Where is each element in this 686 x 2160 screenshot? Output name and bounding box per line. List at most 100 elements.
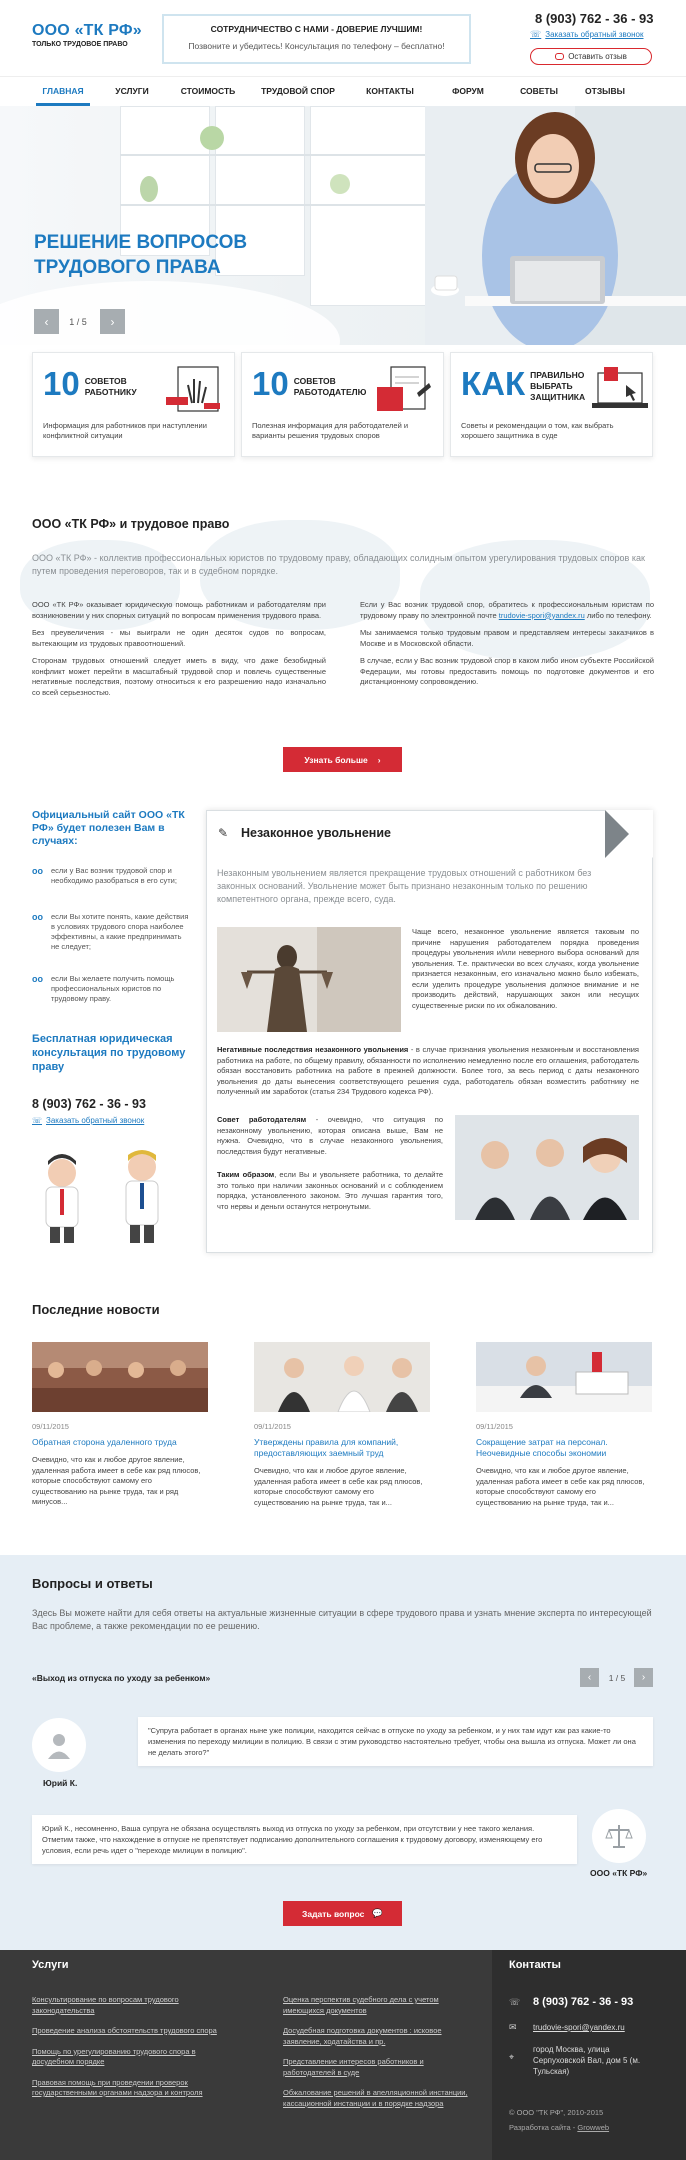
sidebar-callback-link[interactable]: ☏ Заказать обратный звонок	[32, 1116, 144, 1125]
stop-hand-icon	[166, 366, 220, 412]
two-men-illustration	[45, 1150, 159, 1243]
location-pin-icon: ⌖	[509, 2052, 515, 2062]
feature-card-employee[interactable]: 10 СОВЕТОВ РАБОТНИКУ Информация для работ…	[32, 352, 235, 457]
sidebar-item: oo если Вы хотите понять, какие действия…	[32, 912, 190, 952]
phone-handset-icon: ☏	[32, 1116, 43, 1125]
pin-icon: ✎	[218, 826, 229, 840]
news-image	[32, 1342, 208, 1412]
developer-link[interactable]: Growweb	[577, 2123, 609, 2132]
nav-services[interactable]: УСЛУГИ	[96, 77, 168, 105]
article-lead: Незаконным увольнением является прекраще…	[217, 868, 592, 904]
about-paragraph: Мы занимаемся только трудовым правом и п…	[360, 628, 654, 648]
mail-icon: ✉	[509, 2022, 517, 2032]
footer-service-link[interactable]: Обжалование решений в апелляционной инст…	[283, 2088, 473, 2109]
about-left-column: ООО «ТК РФ» оказывает юридическую помощь…	[32, 600, 326, 698]
chevron-right-icon: ›	[377, 754, 381, 765]
article-paragraph: Негативные последствия незаконного уволь…	[217, 1045, 639, 1096]
chat-bubble-icon: 💬	[372, 1908, 383, 1918]
footer-service-link[interactable]: Оценка перспектив судебного дела с учето…	[283, 1995, 473, 2016]
phone-handset-icon: ☏	[530, 29, 542, 39]
sidebar-item-text: если у Вас возник трудовой спор и необхо…	[51, 866, 177, 885]
phone-icon: ☏	[509, 1997, 521, 2007]
glasses-icon: oo	[32, 974, 43, 984]
nav-pricing[interactable]: СТОИМОСТЬ	[168, 77, 248, 105]
nav-forum[interactable]: ФОРУМ	[432, 77, 504, 105]
footer-phone[interactable]: 8 (903) 762 - 36 - 93	[533, 1996, 633, 2008]
sidebar-item: oo если у Вас возник трудовой спор и нео…	[32, 866, 190, 886]
nav-reviews[interactable]: ОТЗЫВЫ	[574, 77, 636, 105]
footer-service-link[interactable]: Консультирование по вопросам трудового з…	[32, 1995, 222, 2016]
about-right-column: Если у Вас возник трудовой спор, обратит…	[360, 600, 654, 688]
answer-bubble: Юрий К., несомненно, Ваша супруга не обя…	[32, 1815, 577, 1864]
article-paragraph: Таким образом, если Вы и увольняете рабо…	[217, 1170, 443, 1211]
ask-question-button[interactable]: Задать вопрос 💬	[283, 1901, 402, 1926]
qa-lead: Здесь Вы можете найти для себя ответы на…	[32, 1608, 652, 1631]
feature-card-defender[interactable]: КАК ПРАВИЛЬНО ВЫБРАТЬ ЗАЩИТНИКА Советы и …	[450, 352, 653, 457]
footer-services-left: Консультирование по вопросам трудового з…	[32, 1995, 222, 2099]
slogan-box: СОТРУДНИЧЕСТВО С НАМИ - ДОВЕРИЕ ЛУЧШИМ! …	[162, 14, 471, 64]
leave-review-button[interactable]: Оставить отзыв	[530, 48, 652, 65]
news-card[interactable]: 09/11/2015 Обратная сторона удаленного т…	[32, 1342, 208, 1508]
qa-prev-button[interactable]: ‹	[580, 1668, 599, 1687]
chat-icon	[555, 53, 565, 60]
news-date: 09/11/2015	[476, 1422, 513, 1431]
news-excerpt: Очевидно, что как и любое другое явление…	[476, 1466, 645, 1507]
logo-title[interactable]: ООО «ТК РФ»	[32, 22, 142, 40]
email-link[interactable]: trudovie-spori@yandex.ru	[499, 611, 585, 620]
news-headline[interactable]: Сокращение затрат на персонал. Неочевидн…	[476, 1437, 652, 1459]
nav-tips[interactable]: СОВЕТЫ	[504, 77, 574, 105]
nav-home[interactable]: ГЛАВНАЯ	[30, 77, 96, 106]
scales-icon	[605, 1825, 633, 1848]
hero-title: РЕШЕНИЕ ВОПРОСОВ ТРУДОВОГО ПРАВА	[34, 230, 247, 280]
about-paragraph: Без преувеличения - мы выиграли не один …	[32, 628, 326, 648]
nav-contacts[interactable]: КОНТАКТЫ	[348, 77, 432, 105]
hero-prev-button[interactable]: ‹	[34, 309, 59, 334]
qa-title: Вопросы и ответы	[32, 1576, 153, 1591]
hero-title-line1: РЕШЕНИЕ ВОПРОСОВ	[34, 232, 248, 253]
callback-label: Заказать обратный звонок	[545, 30, 644, 39]
footer-email[interactable]: trudovie-spori@yandex.ru	[533, 2022, 625, 2033]
callback-link[interactable]: ☏ Заказать обратный звонок	[530, 29, 644, 40]
news-headline[interactable]: Обратная сторона удаленного труда	[32, 1437, 208, 1448]
footer-service-link[interactable]: Правовая помощь при проведении проверок …	[32, 2078, 222, 2099]
footer-copyright: © ООО "ТК РФ", 2010-2015	[509, 2108, 604, 2117]
feature-label: СОВЕТОВ РАБОТОДАТЕЛЮ	[293, 376, 367, 397]
footer-service-link[interactable]: Представление интересов работников и раб…	[283, 2057, 473, 2078]
news-headline[interactable]: Утверждены правила для компаний, предост…	[254, 1437, 430, 1459]
glasses-icon: oo	[32, 866, 43, 876]
feature-number: КАК	[461, 365, 526, 402]
sidebar-phone[interactable]: 8 (903) 762 - 36 - 93	[32, 1097, 146, 1111]
about-paragraph: В случае, если у Вас возник трудовой спо…	[360, 656, 654, 686]
about-paragraph: Если у Вас возник трудовой спор, обратит…	[360, 600, 654, 620]
company-avatar	[592, 1809, 646, 1863]
news-date: 09/11/2015	[254, 1422, 291, 1431]
footer-service-link[interactable]: Проведение анализа обстоятельств трудово…	[32, 2026, 222, 2037]
business-people-image	[455, 1115, 639, 1220]
feature-label: СОВЕТОВ РАБОТНИКУ	[84, 376, 137, 397]
sidebar-item-text: если Вы хотите понять, какие действия в …	[51, 912, 189, 951]
news-image	[254, 1342, 430, 1413]
feature-card-employer[interactable]: 10 СОВЕТОВ РАБОТОДАТЕЛЮ Полезная информац…	[241, 352, 444, 457]
news-card[interactable]: 09/11/2015 Утверждены правила для компан…	[254, 1342, 430, 1508]
feature-desc: Советы и рекомендации о том, как выбрать…	[461, 421, 614, 440]
ask-question-label: Задать вопрос	[302, 1908, 365, 1919]
hero-pager: 1 / 5	[69, 317, 87, 327]
about-title: ООО «ТК РФ» и трудовое право	[32, 517, 230, 531]
slogan-sub: Позвоните и убедитесь! Консультация по т…	[188, 41, 445, 51]
news-date: 09/11/2015	[32, 1422, 69, 1431]
about-paragraph: Сторонам трудовых отношений следует имет…	[32, 656, 326, 697]
header-phone[interactable]: 8 (903) 762 - 36 - 93	[535, 11, 654, 26]
learn-more-button[interactable]: Узнать больше ›	[283, 747, 402, 772]
hero-next-button[interactable]: ›	[100, 309, 125, 334]
footer-service-link[interactable]: Помощь по урегулированию трудового спора…	[32, 2047, 222, 2068]
sidebar-item-text: если Вы желаете получить помощь професси…	[51, 974, 175, 1003]
news-card[interactable]: 09/11/2015 Сокращение затрат на персонал…	[476, 1342, 652, 1508]
hero-woman-image	[425, 106, 686, 345]
feature-label: ПРАВИЛЬНО ВЫБРАТЬ ЗАЩИТНИКА	[530, 370, 586, 402]
sidebar-title: Официальный сайт ООО «ТК РФ» будет полез…	[32, 809, 185, 847]
qa-next-button[interactable]: ›	[634, 1668, 653, 1687]
nav-labor-dispute[interactable]: ТРУДОВОЙ СПОР	[248, 77, 348, 105]
footer-developer: Разработка сайта - Growweb	[509, 2123, 610, 2132]
footer-service-link[interactable]: Досудебная подготовка документов : исков…	[283, 2026, 473, 2047]
news-excerpt: Очевидно, что как и любое другое явление…	[254, 1466, 423, 1507]
